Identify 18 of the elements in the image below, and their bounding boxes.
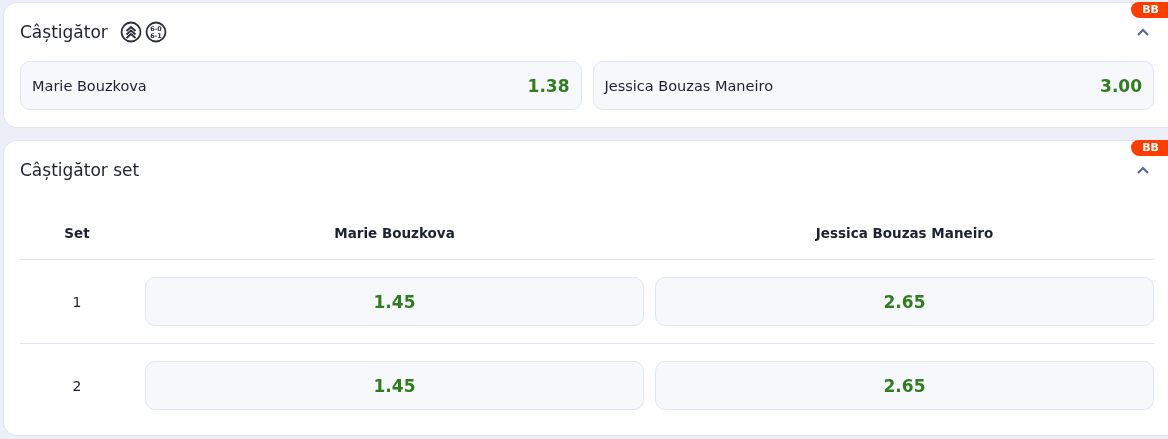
odds-button[interactable]: 1.45 <box>145 361 644 410</box>
odds-button[interactable]: Jessica Bouzas Maneiro 3.00 <box>592 61 1154 110</box>
market-title: Câștigător <box>20 22 108 42</box>
bb-badge: BB <box>1131 140 1168 156</box>
market-title: Câștigător set <box>20 160 140 180</box>
column-header: Marie Bouzkova <box>333 225 456 241</box>
odds-button[interactable]: 1.45 <box>145 277 644 326</box>
chevron-icon <box>1136 165 1150 175</box>
odds-button[interactable]: 2.65 <box>655 277 1154 326</box>
set-number: 1 <box>71 293 83 310</box>
odds-button[interactable]: 2.65 <box>655 361 1154 410</box>
chevrons-up-icon <box>119 21 142 43</box>
column-header: Set <box>63 225 91 241</box>
odds-button[interactable]: Marie Bouzkova 1.38 <box>20 61 582 110</box>
chevron-icon <box>1136 27 1150 37</box>
column-header: Jessica Bouzas Maneiro <box>814 225 995 241</box>
bb-badge: BB <box>1131 2 1168 18</box>
set-number: 2 <box>71 377 83 394</box>
